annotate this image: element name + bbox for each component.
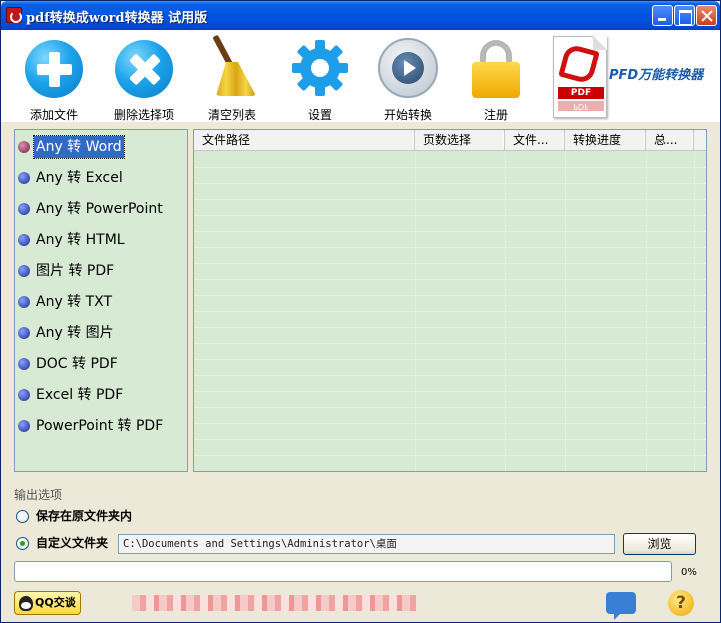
delete-icon [114, 36, 174, 98]
chat-bubble-icon [606, 592, 636, 620]
output-path-field[interactable]: C:\Documents and Settings\Administrator\… [118, 534, 615, 554]
title-bar[interactable]: pdf转换成word转换器 试用版 [1, 1, 720, 30]
bullet-icon [18, 234, 30, 246]
conversion-item-label: Any 转 TXT [36, 294, 113, 310]
conversion-item-label: Any 转 Word [33, 135, 125, 159]
maximize-button[interactable] [674, 5, 695, 26]
bullet-icon [18, 296, 30, 308]
column-divider [415, 152, 416, 471]
conversion-item-label: 图片 转 PDF [36, 263, 115, 279]
register-button[interactable]: 注册 [451, 36, 541, 122]
table-header: 文件路径 页数选择 文件... 转换进度 总... [194, 130, 706, 151]
add-icon [24, 36, 84, 98]
column-divider [646, 152, 647, 471]
column-divider [565, 152, 566, 471]
start-convert-label: 开始转换 [383, 108, 432, 122]
delete-selected-label: 删除选择项 [113, 108, 174, 122]
clear-list-button[interactable]: 清空列表 [187, 34, 277, 122]
bullet-icon [18, 172, 30, 184]
column-header-file-path[interactable]: 文件路径 [194, 130, 415, 151]
pdf-badge-reflection: PDF [558, 101, 604, 111]
redacted-link-area [132, 595, 417, 611]
broom-icon [202, 34, 262, 96]
file-table[interactable]: 文件路径 页数选择 文件... 转换进度 总... [193, 129, 707, 472]
add-files-button[interactable]: 添加文件 [9, 36, 99, 122]
bullet-icon [18, 203, 30, 215]
browse-button[interactable]: 浏览 [623, 533, 696, 555]
close-button[interactable] [696, 5, 717, 26]
settings-label: 设置 [307, 108, 332, 122]
radio-button[interactable] [16, 510, 29, 523]
delete-selected-button[interactable]: 删除选择项 [99, 36, 189, 122]
qq-chat-label: QQ交谈 [35, 596, 76, 609]
column-header-page-range[interactable]: 页数选择 [415, 130, 505, 151]
conversion-item-label: DOC 转 PDF [36, 356, 118, 372]
register-label: 注册 [483, 108, 508, 122]
lock-icon [466, 36, 526, 98]
main-window: pdf转换成word转换器 试用版 添加文件 删除选择项 清空列表 设置 开始转… [0, 0, 721, 623]
column-header-total[interactable]: 总... [646, 130, 694, 151]
bullet-icon [18, 420, 30, 432]
help-button[interactable]: ? [668, 590, 694, 616]
table-body [194, 152, 706, 471]
settings-button[interactable]: 设置 [275, 36, 365, 122]
progress-percent: 0% [681, 567, 697, 578]
start-convert-button[interactable]: 开始转换 [363, 36, 453, 122]
conversion-item-label: Any 转 HTML [36, 232, 125, 248]
app-icon [6, 7, 22, 23]
bullet-icon [18, 358, 30, 370]
clear-list-label: 清空列表 [207, 108, 256, 122]
column-header-file-size[interactable]: 文件... [505, 130, 565, 151]
progress-bar [14, 561, 672, 582]
qq-penguin-icon [19, 596, 33, 611]
conversion-type-list: Any 转 Word Any 转 Excel Any 转 PowerPoint … [14, 129, 188, 472]
column-header-progress[interactable]: 转换进度 [565, 130, 646, 151]
radio-button[interactable] [16, 537, 29, 550]
conversion-item-label: Any 转 图片 [36, 325, 114, 341]
pdf-badge: PDF [558, 87, 604, 99]
conversion-item-label: PowerPoint 转 PDF [36, 418, 164, 434]
play-icon [378, 36, 438, 98]
gear-icon [290, 36, 350, 96]
conversion-item-label: Any 转 PowerPoint [36, 201, 163, 217]
column-divider [505, 152, 506, 471]
bullet-icon [18, 265, 30, 277]
bullet-icon [18, 327, 30, 339]
minimize-button[interactable] [652, 5, 673, 26]
bullet-icon [18, 389, 30, 401]
brand-name: PFD万能转换器 [609, 68, 704, 83]
toolbar: 添加文件 删除选择项 清空列表 设置 开始转换 注册 PDF PDF PFD万能… [1, 30, 720, 122]
qq-chat-button[interactable]: QQ交谈 [14, 591, 81, 615]
conversion-item-label: Any 转 Excel [36, 170, 123, 186]
bullet-icon [18, 141, 30, 153]
custom-folder-label: 自定义文件夹 [36, 536, 109, 550]
conversion-item-label: Excel 转 PDF [36, 387, 124, 403]
add-files-label: 添加文件 [29, 108, 78, 122]
window-title: pdf转换成word转换器 试用版 [26, 11, 208, 26]
save-in-source-folder-label: 保存在原文件夹内 [36, 509, 133, 523]
pdf-logo-icon: PDF PDF [553, 36, 607, 118]
column-divider [694, 152, 695, 471]
output-options-title: 输出选项 [14, 488, 63, 502]
